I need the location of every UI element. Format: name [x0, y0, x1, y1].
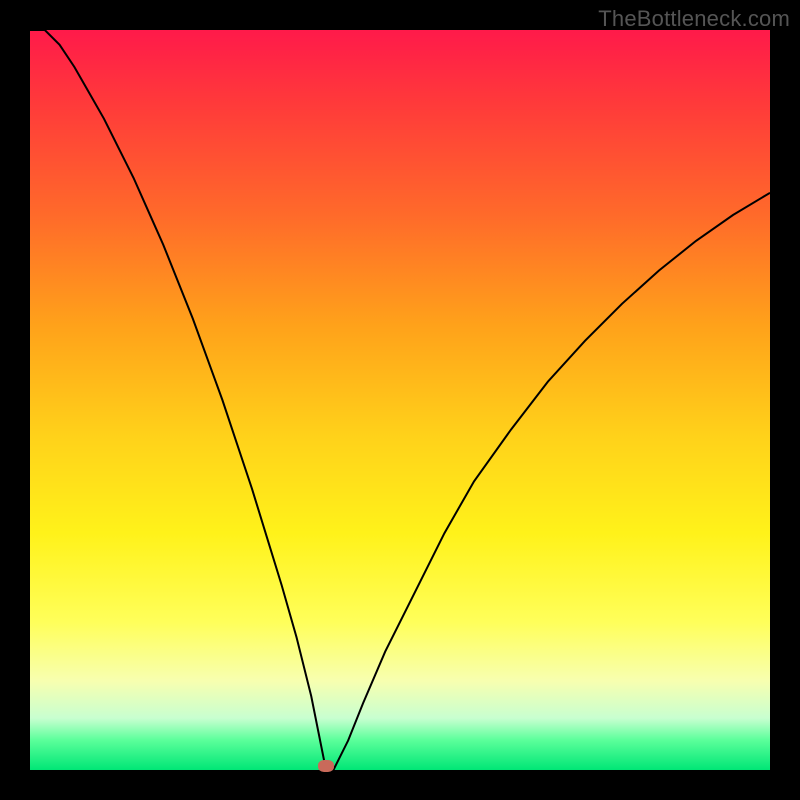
bottleneck-curve [30, 30, 770, 770]
chart-svg [30, 30, 770, 770]
watermark-label: TheBottleneck.com [598, 6, 790, 32]
chart-plot-area [30, 30, 770, 770]
optimal-point-marker [318, 760, 334, 772]
